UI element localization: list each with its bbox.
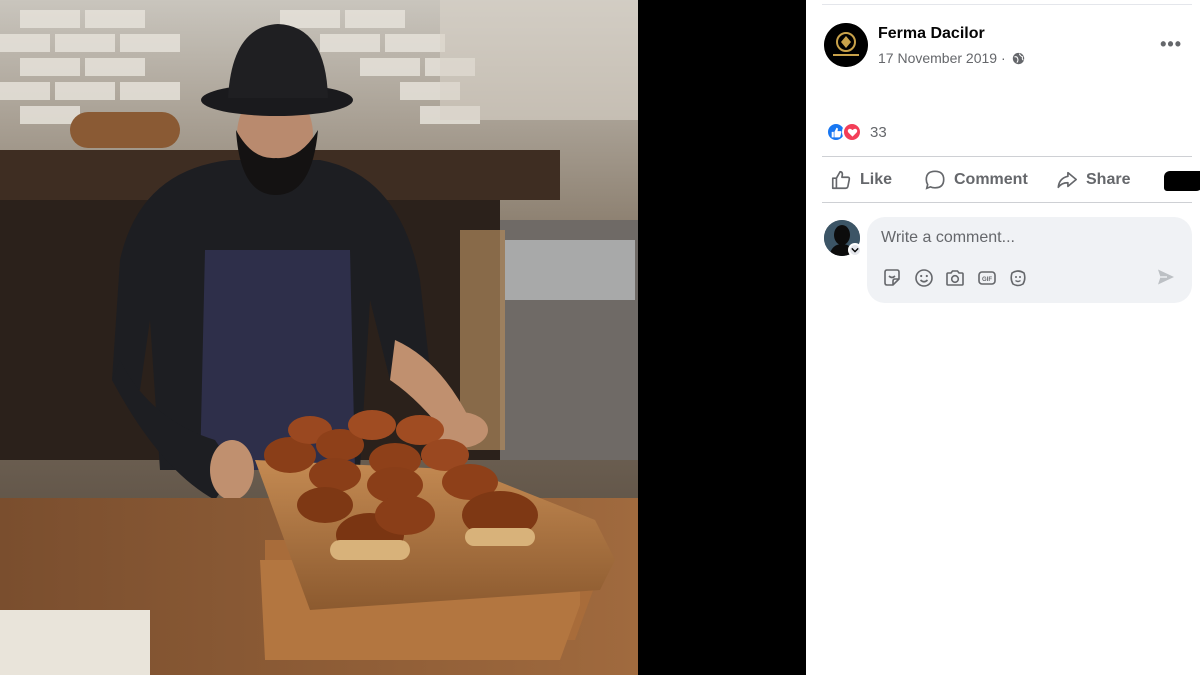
thumbs-up-icon — [831, 170, 851, 190]
reaction-count[interactable]: 33 — [870, 124, 887, 141]
like-label: Like — [860, 171, 893, 188]
comment-button[interactable]: Comment — [924, 160, 1028, 200]
comment-label: Comment — [954, 171, 1028, 188]
divider — [822, 4, 1192, 5]
reactions-summary[interactable]: 33 — [826, 121, 887, 143]
post-details-panel: Ferma Dacilor 17 November 2019 · ••• 33 … — [806, 0, 1200, 675]
photo-viewer[interactable] — [0, 0, 806, 675]
share-button[interactable]: Share — [1056, 160, 1130, 200]
comment-tools: GIF — [881, 267, 1039, 289]
gif-icon[interactable]: GIF — [976, 267, 998, 289]
camera-icon[interactable] — [944, 267, 966, 289]
comment-input[interactable] — [881, 227, 1181, 249]
comment-icon — [925, 170, 945, 190]
comment-composer: GIF — [867, 217, 1192, 303]
share-icon — [1057, 171, 1077, 189]
post-photo[interactable] — [0, 0, 638, 675]
page-logo — [824, 23, 868, 67]
sticker-icon[interactable] — [881, 267, 903, 289]
like-button[interactable]: Like — [830, 160, 892, 200]
post-date[interactable]: 17 November 2019 · — [878, 50, 1025, 68]
page-name[interactable]: Ferma Dacilor — [878, 25, 985, 43]
photo-image — [0, 0, 638, 675]
emoji-icon[interactable] — [913, 267, 935, 289]
chevron-down-icon[interactable] — [848, 243, 862, 257]
divider — [822, 156, 1192, 157]
globe-icon — [1012, 52, 1025, 68]
avatar-sticker-icon[interactable] — [1007, 267, 1029, 289]
post-date-text[interactable]: 17 November 2019 — [878, 50, 997, 66]
divider — [822, 202, 1192, 203]
page-avatar[interactable] — [824, 23, 868, 67]
post-actions: Like Comment Share — [822, 160, 1200, 200]
more-options-button[interactable]: ••• — [1160, 34, 1182, 55]
date-separator: · — [997, 50, 1010, 66]
send-icon[interactable] — [1156, 267, 1178, 289]
love-reaction-icon — [842, 122, 862, 142]
share-label: Share — [1086, 171, 1131, 188]
redacted-action[interactable] — [1164, 171, 1200, 191]
svg-text:GIF: GIF — [982, 277, 992, 283]
